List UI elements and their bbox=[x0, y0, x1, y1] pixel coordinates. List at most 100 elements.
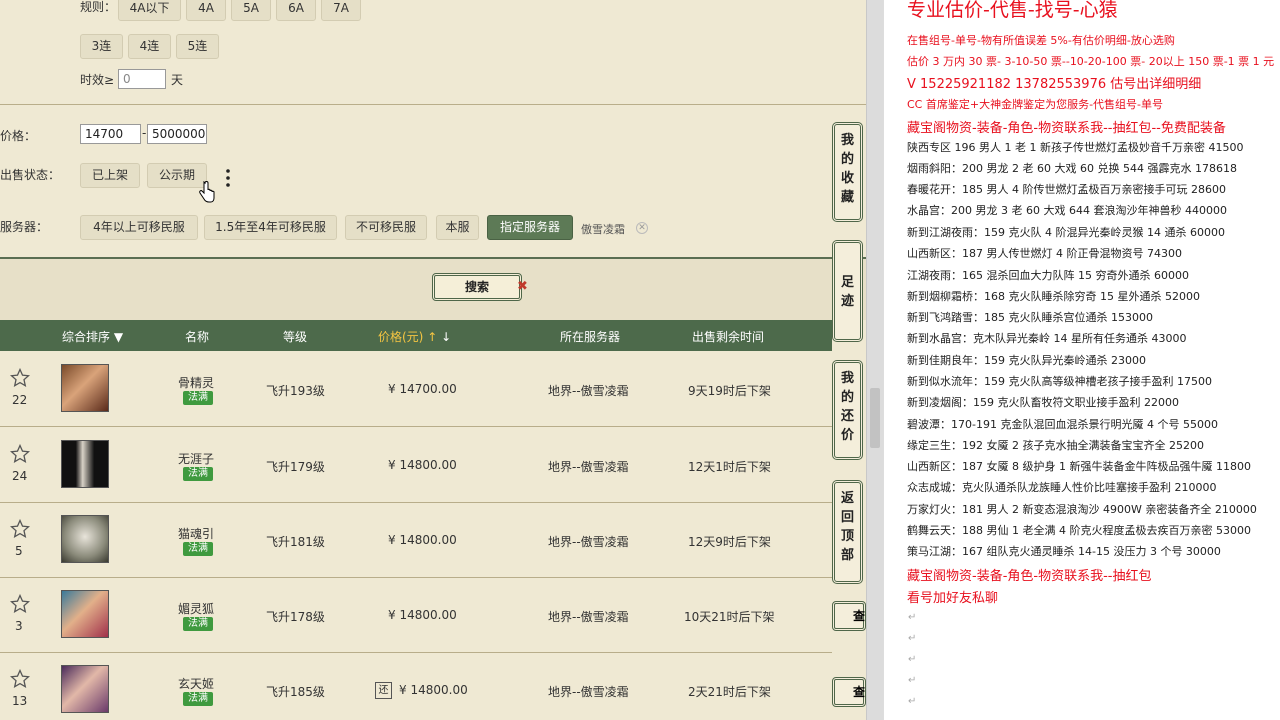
role-name[interactable]: 骨精灵 bbox=[178, 374, 214, 391]
server-option-this[interactable]: 本服 bbox=[436, 215, 479, 240]
table-row[interactable]: 13 玄天姬 法满 飞升185级 还 ¥ 14800.00 地界--傲雪凌霜 2… bbox=[0, 653, 832, 720]
rule-option-4a[interactable]: 4A bbox=[186, 0, 226, 21]
favorite-star-icon[interactable] bbox=[9, 668, 31, 689]
role-remain: 12天9时后下架 bbox=[688, 535, 771, 549]
favorite-star-icon[interactable] bbox=[9, 367, 31, 388]
note-line: 鹤舞云天：188 男仙 1 老全满 4 阶克火程度孟极去疾百万亲密 53000 bbox=[907, 524, 1251, 537]
time-input[interactable]: 0 bbox=[118, 69, 166, 89]
my-bargain-tab[interactable]: 我的还价 bbox=[832, 360, 863, 460]
footprint-tab[interactable]: 足迹 bbox=[832, 240, 863, 342]
favorite-count: 24 bbox=[12, 469, 28, 483]
return-mark: ↵ bbox=[908, 612, 917, 623]
price-max-input[interactable]: 5000000 bbox=[147, 124, 207, 144]
table-row[interactable]: 5 猫魂引 法满 飞升181级 ¥ 14800.00 地界--傲雪凌霜 12天9… bbox=[0, 503, 832, 578]
skill-badge: 法满 bbox=[183, 617, 213, 631]
avatar[interactable] bbox=[61, 665, 109, 713]
note-line: 山西新区：187 女魇 8 级护身 1 新强牛装备金牛阵极品强牛魇 11800 bbox=[907, 460, 1251, 473]
role-name[interactable]: 猫魂引 bbox=[178, 525, 214, 542]
lian-option-4[interactable]: 4连 bbox=[128, 34, 171, 59]
avatar[interactable] bbox=[61, 364, 109, 412]
favorite-count: 3 bbox=[15, 619, 23, 633]
role-server: 地界--傲雪凌霜 bbox=[548, 384, 629, 398]
skill-badge: 法满 bbox=[183, 692, 213, 706]
favorite-count: 5 bbox=[15, 544, 23, 558]
note-line: 烟雨斜阳：200 男龙 2 老 60 大戏 60 兑换 544 强霹克水 178… bbox=[907, 162, 1237, 175]
back-to-top-tab[interactable]: 返回顶部 bbox=[832, 480, 863, 584]
name-header: 名称 bbox=[185, 330, 210, 344]
note-line: 江湖夜雨：165 混杀回血大力队阵 15 穷奇外通杀 60000 bbox=[907, 269, 1189, 282]
remove-server-icon[interactable]: ✕ bbox=[636, 222, 648, 234]
role-name[interactable]: 媚灵狐 bbox=[178, 600, 214, 617]
status-listed-button[interactable]: 已上架 bbox=[80, 163, 140, 188]
favorite-star-icon[interactable] bbox=[9, 593, 31, 614]
avatar[interactable] bbox=[61, 590, 109, 638]
avatar[interactable] bbox=[61, 515, 109, 563]
scrollbar-thumb[interactable] bbox=[870, 388, 880, 448]
server-option-specified[interactable]: 指定服务器 bbox=[487, 215, 573, 240]
note-line: 新到似水流年：159 克火队高等级神槽老孩子接手盈利 17500 bbox=[907, 375, 1212, 388]
selected-server-chip: 傲雪凌霜 bbox=[581, 223, 625, 236]
note-line: 藏宝阁物资-装备-角色-物资联系我--抽红包 bbox=[907, 569, 1152, 584]
note-line: 在售组号-单号-物有所值误差 5%-有估价明细-放心选购 bbox=[907, 34, 1175, 47]
search-button[interactable]: 搜索 bbox=[432, 273, 522, 301]
note-line: 看号加好友私聊 bbox=[907, 591, 999, 606]
price-separator: - bbox=[142, 126, 147, 140]
table-row[interactable]: 3 媚灵狐 法满 飞升178级 ¥ 14800.00 地界--傲雪凌霜 10天2… bbox=[0, 578, 832, 653]
note-line: 藏宝阁物资-装备-角色-物资联系我--抽红包--免费配装备 bbox=[907, 121, 1226, 136]
rule-option-6a[interactable]: 6A bbox=[276, 0, 316, 21]
hand-cursor-icon bbox=[199, 180, 215, 207]
time-unit: 天 bbox=[171, 73, 184, 87]
note-line: 新到佳期良年：159 克火队异光秦岭通杀 23000 bbox=[907, 354, 1146, 367]
table-row[interactable]: 24 无涯子 法满 飞升179级 ¥ 14800.00 地界--傲雪凌霜 12天… bbox=[0, 428, 832, 503]
lian-option-5[interactable]: 5连 bbox=[176, 34, 219, 59]
view-button[interactable]: 查 bbox=[832, 677, 866, 707]
price-min-input[interactable]: 14700 bbox=[80, 124, 141, 144]
note-line: 春暖花开：185 男人 4 阶传世燃灯孟极百万亲密接手可玩 28600 bbox=[907, 183, 1226, 196]
table-row[interactable]: 22 骨精灵 法满 飞升193级 ¥ 14700.00 地界--傲雪凌霜 9天1… bbox=[0, 352, 832, 427]
skill-badge: 法满 bbox=[183, 542, 213, 556]
more-options-icon[interactable] bbox=[226, 168, 230, 188]
sort-composite-header[interactable]: 综合排序 ▼ bbox=[62, 328, 123, 345]
server-option-1-5yr[interactable]: 1.5年至4年可移民服 bbox=[204, 215, 337, 240]
favorite-count: 22 bbox=[12, 393, 28, 407]
role-server: 地界--傲雪凌霜 bbox=[548, 685, 629, 699]
note-line: CC 首席鉴定+大神金牌鉴定为您服务-代售组号-单号 bbox=[907, 98, 1164, 111]
favorite-star-icon[interactable] bbox=[9, 443, 31, 464]
avatar[interactable] bbox=[61, 440, 109, 488]
status-label: 出售状态： bbox=[0, 168, 61, 182]
rule-option-4a-below[interactable]: 4A以下 bbox=[118, 0, 181, 21]
price-header[interactable]: 价格(元) ↑ ↓ bbox=[378, 328, 451, 345]
rule-label: 规则： bbox=[80, 0, 117, 14]
skill-badge: 法满 bbox=[183, 467, 213, 481]
note-line: 新到飞鸿踏雪：185 克火队睡杀宫位通杀 153000 bbox=[907, 311, 1153, 324]
server-header: 所在服务器 bbox=[560, 330, 621, 344]
my-favorites-tab[interactable]: 我的收藏 bbox=[832, 122, 863, 222]
server-label: 服务器： bbox=[0, 220, 49, 234]
note-line: 策马江湖：167 组队克火通灵睡杀 14-15 没压力 3 个号 30000 bbox=[907, 545, 1221, 558]
favorite-star-icon[interactable] bbox=[9, 518, 31, 539]
close-icon[interactable]: ✖ bbox=[517, 279, 528, 294]
price-label: 价格： bbox=[0, 129, 37, 143]
server-option-no-migrate[interactable]: 不可移民服 bbox=[345, 215, 427, 240]
note-line: 山西新区：187 男人传世燃灯 4 阶正骨混物资号 74300 bbox=[907, 247, 1182, 260]
role-level: 飞升193级 bbox=[266, 384, 325, 398]
lian-option-3[interactable]: 3连 bbox=[80, 34, 123, 59]
return-mark: ↵ bbox=[908, 696, 917, 707]
view-button[interactable]: 查 bbox=[832, 601, 866, 631]
level-header: 等级 bbox=[283, 330, 308, 344]
rule-option-7a[interactable]: 7A bbox=[321, 0, 361, 21]
note-line: 新到凌烟阁：159 克火队畜牧符文职业接手盈利 22000 bbox=[907, 396, 1179, 409]
note-line: 水晶宫：200 男龙 3 老 60 大戏 644 套浪淘沙年神兽秒 440000 bbox=[907, 204, 1227, 217]
rule-option-5a[interactable]: 5A bbox=[231, 0, 271, 21]
note-line: 新到水晶宫：克木队异光秦岭 14 星所有任务通杀 43000 bbox=[907, 332, 1187, 345]
role-price: ¥ 14800.00 bbox=[388, 533, 457, 547]
window-scrollbar[interactable] bbox=[866, 0, 883, 720]
server-option-4yr[interactable]: 4年以上可移民服 bbox=[80, 215, 198, 240]
role-remain: 12天1时后下架 bbox=[688, 460, 771, 474]
sort-down-icon[interactable]: ↓ bbox=[441, 330, 451, 344]
role-name[interactable]: 玄天姬 bbox=[178, 675, 214, 692]
status-public-button[interactable]: 公示期 bbox=[147, 163, 207, 188]
role-remain: 9天19时后下架 bbox=[688, 384, 771, 398]
divider bbox=[0, 104, 866, 105]
role-name[interactable]: 无涯子 bbox=[178, 450, 214, 467]
